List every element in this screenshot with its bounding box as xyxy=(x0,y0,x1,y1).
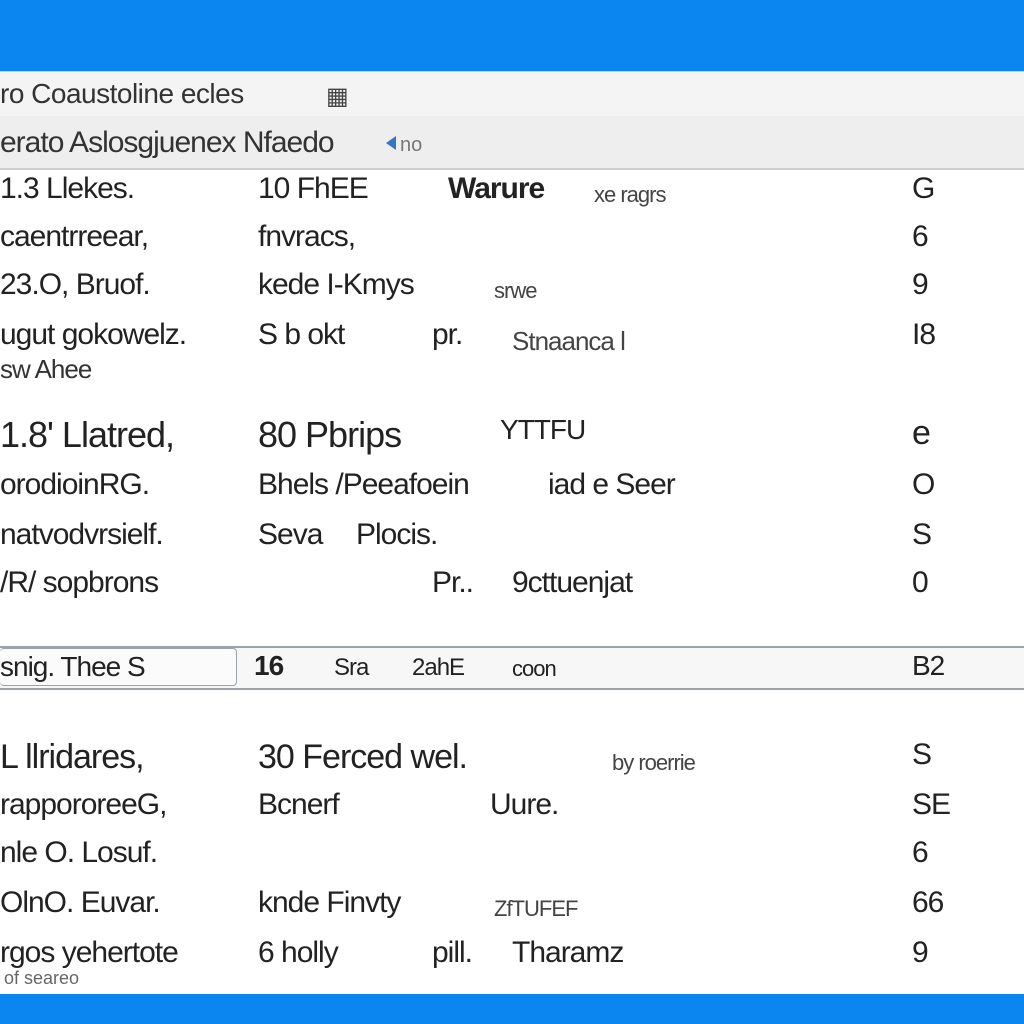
back-arrow-icon[interactable] xyxy=(386,136,396,150)
row-count: SE xyxy=(912,788,951,821)
row-col2: S b okt xyxy=(258,318,345,351)
row-count: S xyxy=(912,738,932,771)
row-count: 6 xyxy=(912,220,929,253)
row-col4: Tharamz xyxy=(512,936,624,969)
row-count: e xyxy=(912,414,931,452)
list-item[interactable]: 23.O, Bruof. kede I-Kmys srwe 9 xyxy=(0,268,1024,312)
list-item[interactable]: orodioinRG. Bhels /Peeafoein iad e Seer … xyxy=(0,468,1024,512)
row-col2: 10 FhEE xyxy=(258,172,369,205)
row-col2: Bhels /Peeafoein xyxy=(258,468,470,501)
row-col4: ZfTUFEF xyxy=(494,896,578,921)
message-list: 1.3 Llekes. 10 FhEE Warure xe ragrs G ca… xyxy=(0,172,1024,994)
selected-col3: Sra xyxy=(334,654,369,681)
row-count: G xyxy=(912,172,935,205)
row-col1: caentrreear, xyxy=(0,220,149,253)
row-count: 9 xyxy=(912,268,929,301)
row-col1: 23.O, Bruof. xyxy=(0,268,151,301)
app-window: ro Coaustoline ecles ▦ erato Aslosgjuene… xyxy=(0,72,1024,994)
list-item[interactable]: /R/ sopbrons Pr.. 9cttuenjat 0 xyxy=(0,566,1024,610)
row-col4: Uure. xyxy=(490,788,559,821)
row-count: S xyxy=(912,518,932,551)
row-count: 66 xyxy=(912,886,944,919)
list-item[interactable]: L llridares, 30 Ferced wel. by roerrie S xyxy=(0,738,1024,782)
row-col2: 30 Ferced wel. xyxy=(258,738,468,776)
selected-col1: snig. Thee S xyxy=(0,651,146,682)
row-col1: rappororeeG, xyxy=(0,788,167,821)
row-col2: knde Finvty xyxy=(258,886,401,919)
row-col2: Bcnerf xyxy=(258,788,340,821)
selected-cell[interactable]: snig. Thee S xyxy=(0,648,237,686)
list-item[interactable]: nle O. Losuf. 6 xyxy=(0,836,1024,880)
window-title: ro Coaustoline ecles xyxy=(0,78,244,109)
row-col2: Seva xyxy=(258,518,323,551)
row-col3: Pr.. xyxy=(432,566,474,599)
selected-col4: 2ahE xyxy=(412,654,465,681)
row-col1: ugut gokowelz. xyxy=(0,318,187,351)
list-item[interactable]: ugut gokowelz. S b okt pr. Stnaanca l I8 xyxy=(0,318,1024,362)
selected-col5: coon xyxy=(512,656,557,681)
row-col2: 80 Pbrips xyxy=(258,414,402,455)
list-item[interactable]: rappororeeG, Bcnerf Uure. SE xyxy=(0,788,1024,832)
desktop-bottom-band xyxy=(0,994,1024,1024)
row-col3: pill. xyxy=(432,936,473,969)
row-count: 0 xyxy=(912,566,929,599)
row-col3: Plocis. xyxy=(356,518,438,551)
list-item[interactable]: 1.8' Llatred, 80 Pbrips YTTFU e xyxy=(0,414,1024,458)
footer-note: of seareo xyxy=(4,968,80,988)
selected-count: B2 xyxy=(912,650,945,681)
list-item[interactable]: 1.3 Llekes. 10 FhEE Warure xe ragrs G xyxy=(0,172,1024,216)
row-col3: pr. xyxy=(432,318,463,351)
row-col1: 1.8' Llatred, xyxy=(0,414,175,455)
row-col1: nle O. Losuf. xyxy=(0,836,158,869)
desktop-top-band xyxy=(0,0,1024,72)
list-item[interactable]: rgos yehertote 6 holly pill. Tharamz 9 xyxy=(0,936,1024,980)
row-col1: L llridares, xyxy=(0,738,145,776)
row-col2: fnvracs, xyxy=(258,220,356,253)
row-col1: /R/ sopbrons xyxy=(0,566,159,599)
grid-icon[interactable]: ▦ xyxy=(326,82,349,111)
row-col1: 1.3 Llekes. xyxy=(0,172,135,205)
toolbar: erato Aslosgjuenex Nfaedo no xyxy=(0,116,1024,170)
toolbar-title: erato Aslosgjuenex Nfaedo xyxy=(0,126,335,159)
row-subline: sw Ahee xyxy=(0,354,92,384)
row-col1: rgos yehertote xyxy=(0,936,179,969)
row-col4: Stnaanca l xyxy=(512,326,626,356)
row-col2: 6 holly xyxy=(258,936,339,969)
selected-col2: 16 xyxy=(254,650,284,681)
row-col4: 9cttuenjat xyxy=(512,566,633,599)
row-count: 6 xyxy=(912,836,929,869)
row-col4: srwe xyxy=(494,278,537,303)
row-col3: Warure xyxy=(448,172,545,205)
toolbar-suffix: no xyxy=(400,134,423,156)
list-item[interactable]: OlnO. Euvar. knde Finvty ZfTUFEF 66 xyxy=(0,886,1024,930)
row-col1: orodioinRG. xyxy=(0,468,150,501)
row-col1: OlnO. Euvar. xyxy=(0,886,161,919)
row-col2: kede I-Kmys xyxy=(258,268,415,301)
list-item[interactable]: natvodvrsielf. Seva Plocis. S xyxy=(0,518,1024,562)
row-col4: iad e Seer xyxy=(548,468,676,501)
row-count: 9 xyxy=(912,936,929,969)
row-col3: YTTFU xyxy=(500,414,586,445)
row-count: O xyxy=(912,468,935,501)
row-col1: natvodvrsielf. xyxy=(0,518,164,551)
row-count: I8 xyxy=(912,318,936,351)
title-bar: ro Coaustoline ecles ▦ xyxy=(0,72,1024,117)
selected-list-item[interactable]: snig. Thee S 16 Sra 2ahE coon B2 xyxy=(0,646,1024,690)
row-col4: by roerrie xyxy=(612,750,696,775)
list-item[interactable]: caentrreear, fnvracs, 6 xyxy=(0,220,1024,264)
row-col4: xe ragrs xyxy=(594,182,666,207)
